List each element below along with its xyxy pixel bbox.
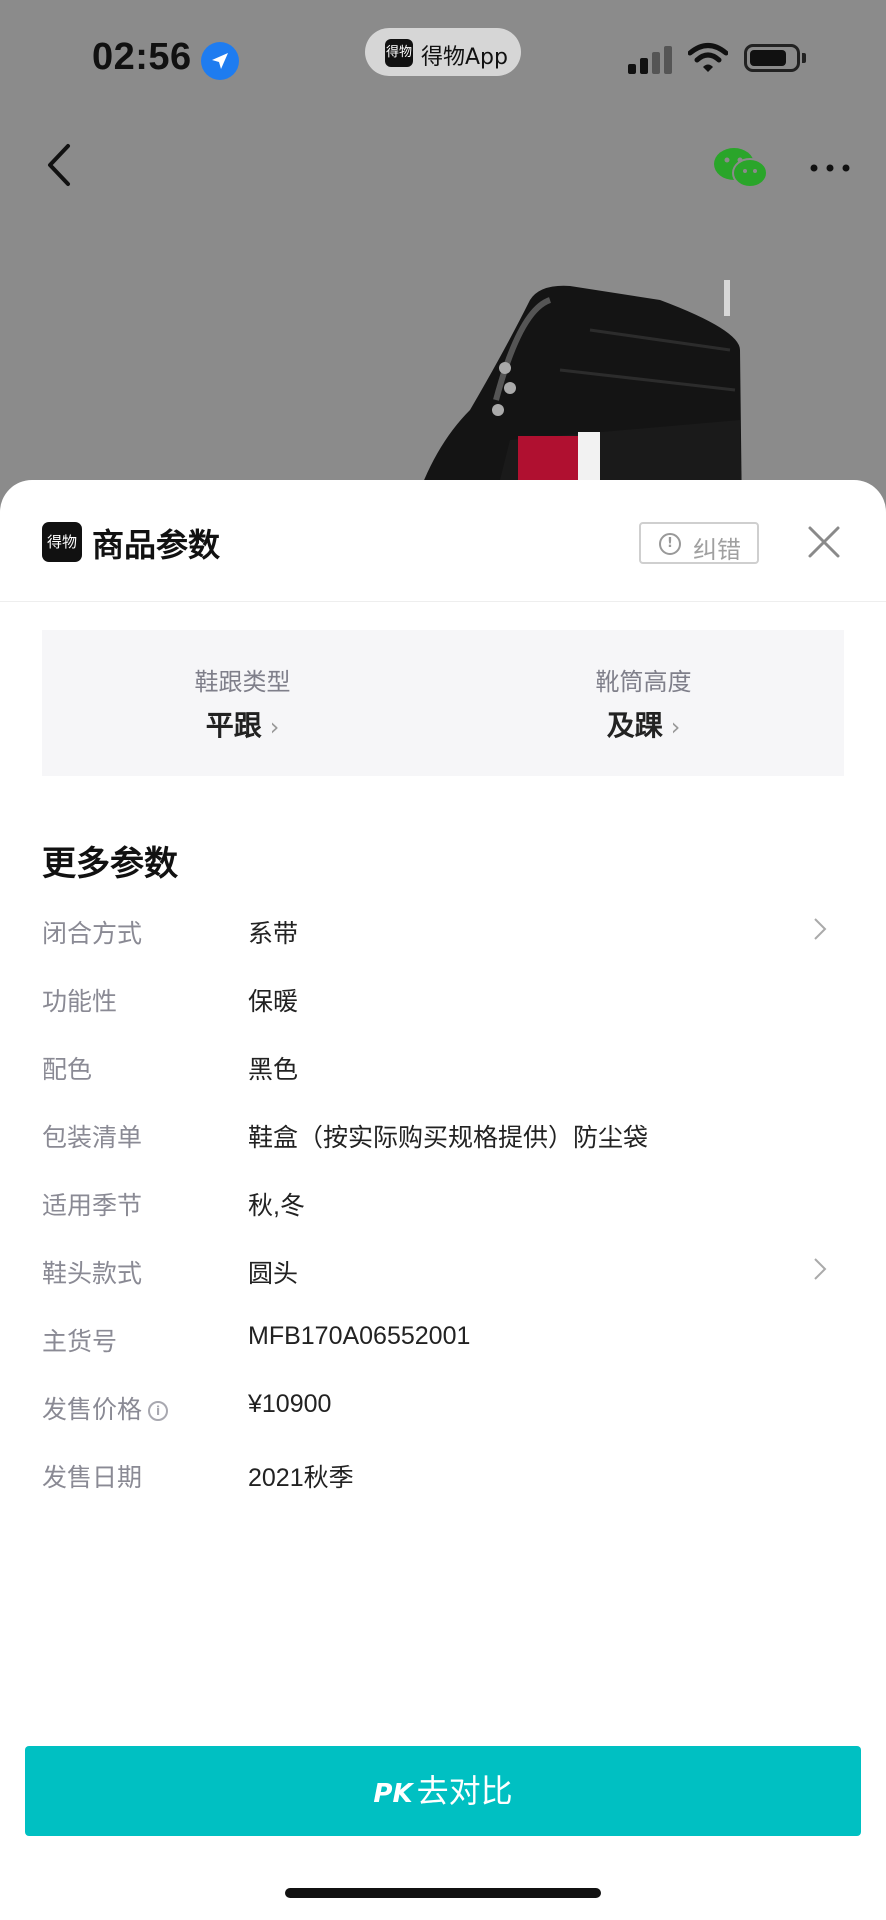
param-row-function: 功能性 保暖: [0, 966, 886, 1034]
param-row-color: 配色 黑色: [0, 1034, 886, 1102]
location-arrow-icon: [201, 42, 239, 80]
param-value: 系带: [248, 920, 299, 948]
report-error-label: 纠错: [693, 536, 741, 564]
sheet-header: 得物 商品参数 ! 纠错: [0, 480, 886, 602]
param-value: 2021秋季: [248, 1464, 354, 1492]
pk-mark: PK: [373, 1779, 413, 1809]
param-value: 保暖: [248, 988, 299, 1016]
compare-button[interactable]: PK 去对比: [25, 1746, 861, 1836]
summary-label: 鞋跟类型: [194, 668, 291, 696]
param-value: 鞋盒（按实际购买规格提供）防尘袋: [248, 1124, 649, 1152]
key-params-summary: 鞋跟类型 平跟 › 靴筒高度 及踝 ›: [42, 630, 844, 776]
param-label: 发售日期: [42, 1463, 143, 1492]
param-row-release-price: 发售价格 i ¥10900: [0, 1374, 886, 1442]
param-label: 功能性: [42, 987, 118, 1016]
param-label: 包装清单: [42, 1123, 143, 1152]
summary-value: 及踝: [606, 709, 663, 742]
param-row-closure[interactable]: 闭合方式 系带: [0, 898, 886, 966]
chevron-right-icon: [814, 918, 827, 940]
summary-item-heel-type[interactable]: 鞋跟类型 平跟 ›: [42, 630, 443, 776]
wifi-icon: [688, 43, 728, 72]
param-label: 鞋头款式: [42, 1259, 143, 1288]
app-name: 得物App: [421, 45, 508, 70]
chevron-right-icon: [814, 1258, 827, 1280]
more-params-title: 更多参数: [42, 844, 178, 884]
wechat-icon[interactable]: [712, 146, 768, 190]
app-indicator-pill[interactable]: 得物 得物App: [365, 28, 521, 76]
param-label: 主货号: [42, 1327, 118, 1356]
param-value: 秋,冬: [248, 1192, 305, 1220]
summary-item-shaft-height[interactable]: 靴筒高度 及踝 ›: [443, 630, 844, 776]
chevron-right-icon: ›: [269, 713, 280, 741]
status-bar: 02:56 得物 得物App: [0, 0, 886, 120]
param-row-toe-style[interactable]: 鞋头款式 圆头: [0, 1238, 886, 1306]
param-row-sku: 主货号 MFB170A06552001: [0, 1306, 886, 1374]
summary-label: 靴筒高度: [595, 668, 692, 696]
battery-icon: [744, 44, 806, 72]
chevron-left-icon[interactable]: [40, 140, 80, 190]
param-value: MFB170A06552001: [248, 1322, 471, 1350]
cellular-signal-icon: [628, 46, 676, 74]
compare-button-label: 去对比: [416, 1772, 513, 1810]
exclamation-circle-icon: !: [659, 533, 681, 555]
param-row-package: 包装清单 鞋盒（按实际购买规格提供）防尘袋: [0, 1102, 886, 1170]
report-error-button[interactable]: ! 纠错: [639, 522, 759, 564]
home-indicator[interactable]: [285, 1888, 601, 1898]
param-value: 圆头: [248, 1260, 299, 1288]
info-icon[interactable]: i: [148, 1401, 169, 1421]
close-icon[interactable]: [806, 524, 842, 560]
param-label: 适用季节: [42, 1191, 143, 1220]
app-logo: 得物: [385, 39, 413, 67]
sheet-title: 商品参数: [92, 526, 221, 564]
param-label: 闭合方式: [42, 919, 143, 948]
brand-logo: 得物: [42, 522, 82, 562]
chevron-right-icon: ›: [670, 713, 681, 741]
status-time: 02:56: [92, 36, 192, 78]
param-row-season: 适用季节 秋,冬: [0, 1170, 886, 1238]
param-label: 发售价格: [42, 1395, 143, 1424]
param-value: ¥10900: [248, 1390, 332, 1418]
more-horizontal-icon[interactable]: [810, 162, 850, 174]
summary-value: 平跟: [205, 709, 262, 742]
param-value: 黑色: [248, 1056, 299, 1084]
param-row-release-date: 发售日期 2021秋季: [0, 1442, 886, 1510]
params-sheet: 得物 商品参数 ! 纠错 鞋跟类型 平跟 › 靴筒高度 及踝 › 更多参数 闭合方式…: [0, 480, 886, 1920]
param-label: 配色: [42, 1055, 93, 1084]
